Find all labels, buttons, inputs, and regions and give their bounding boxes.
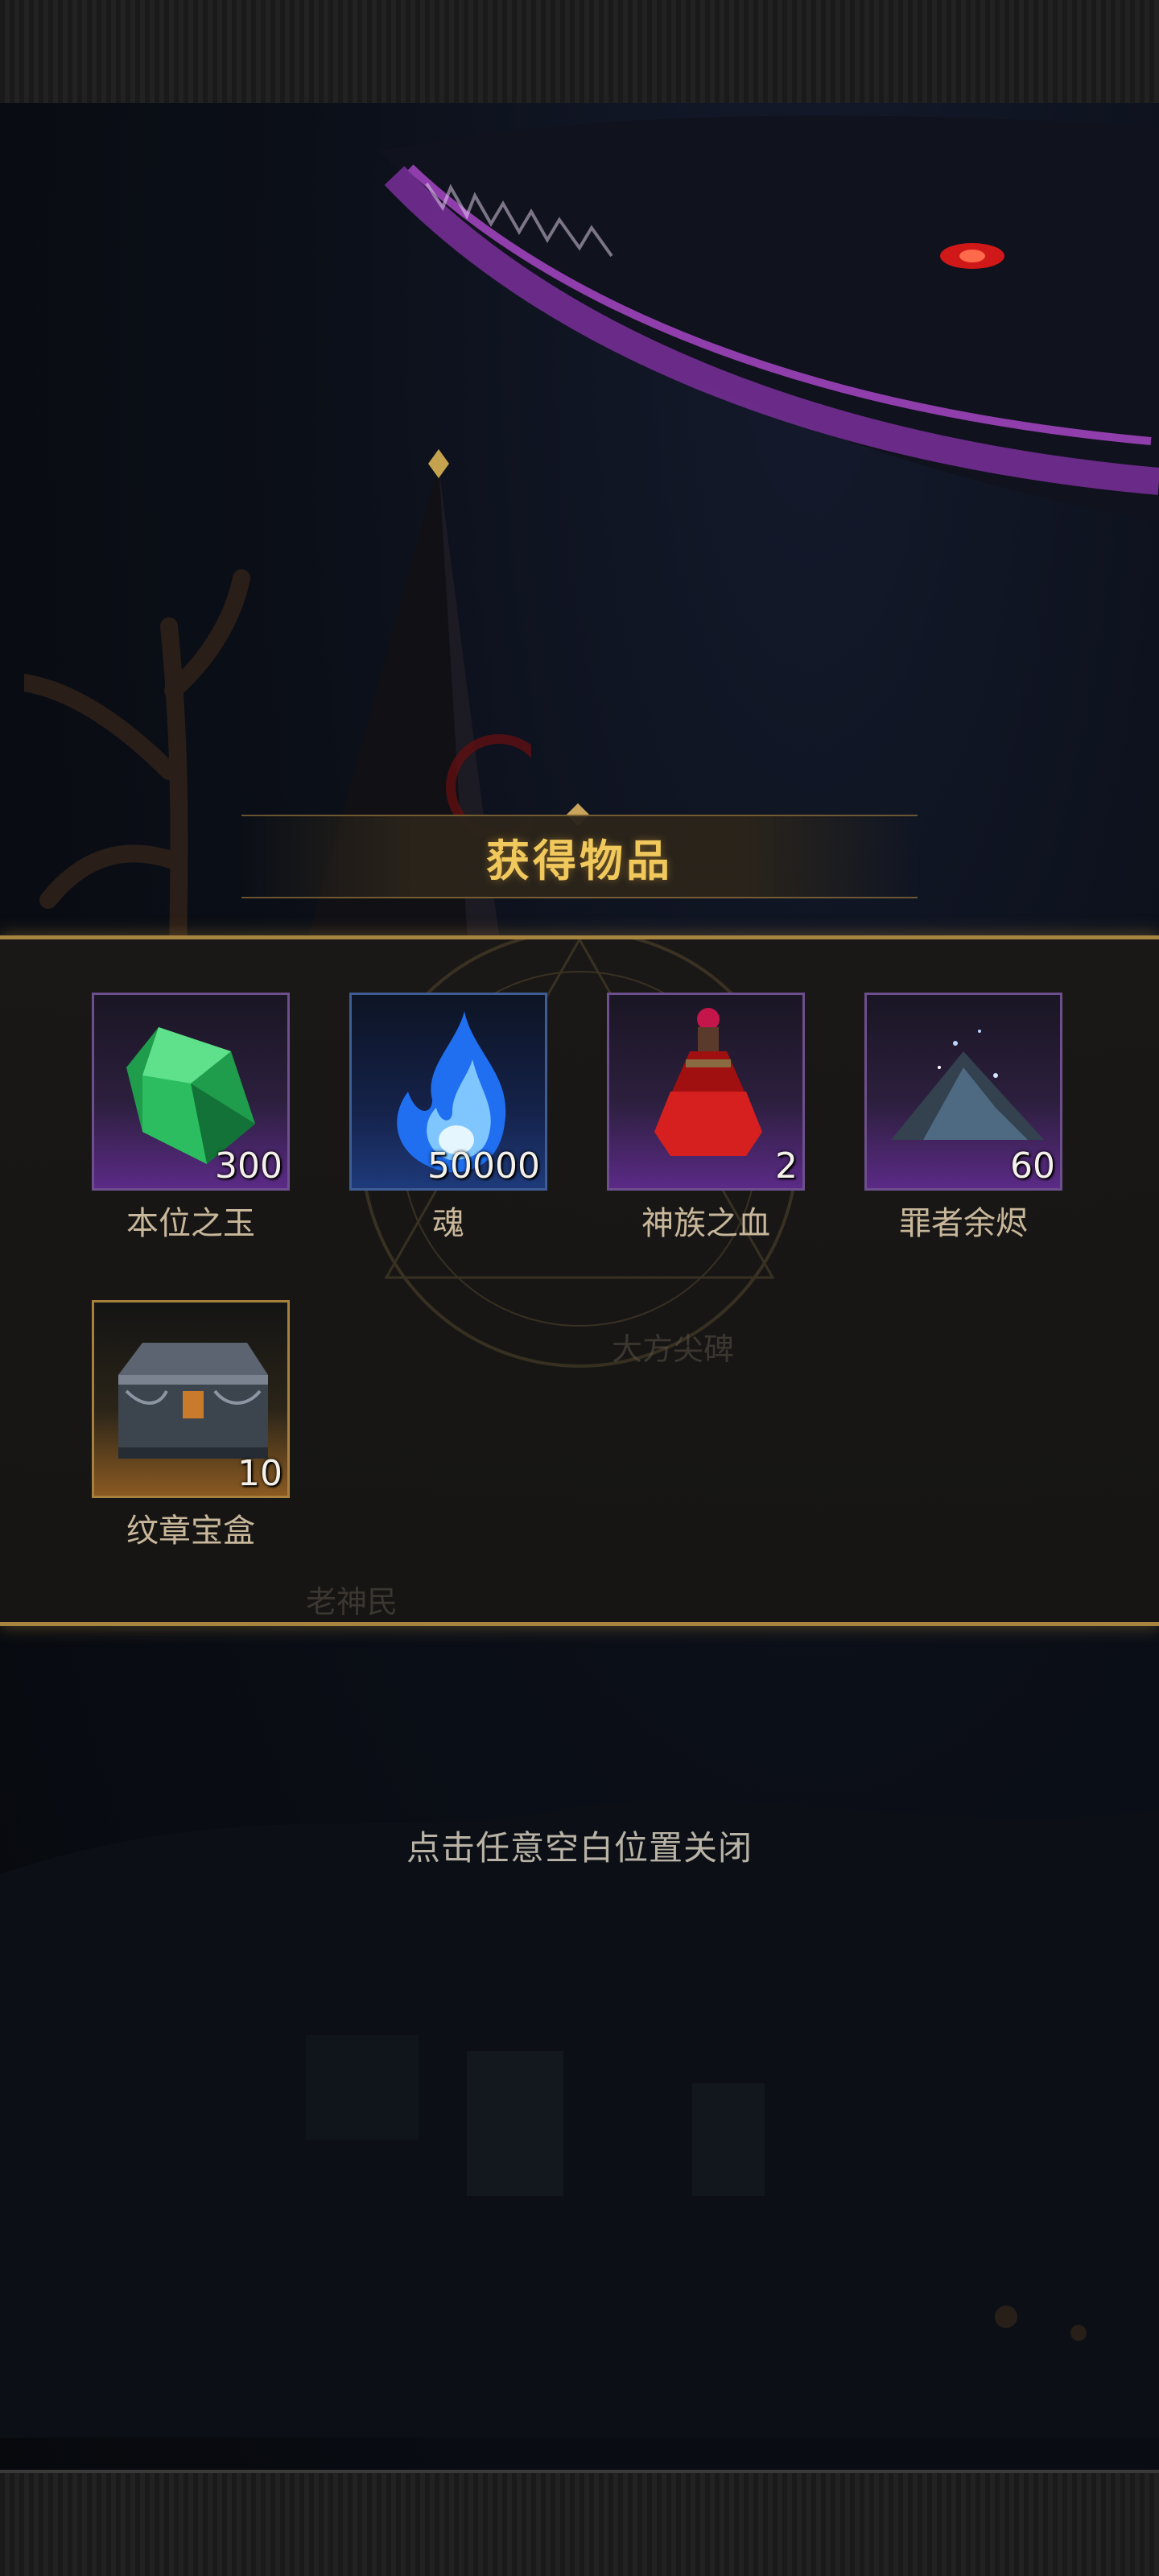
item-frame: 60 [864,993,1062,1191]
item-name: 罪者余烬 [899,1205,1028,1242]
item-frame: 50000 [349,993,547,1191]
item-frame: 300 [92,993,290,1191]
reward-item[interactable]: 50000 魂 [349,993,547,1244]
item-count: 10 [237,1453,283,1494]
dialog-title: 获得物品 [486,835,673,886]
item-count: 50000 [427,1146,540,1187]
item-name: 纹章宝盒 [126,1513,255,1550]
reward-item[interactable]: 10 纹章宝盒 [92,1300,290,1551]
item-frame: 10 [92,1300,290,1498]
reward-item[interactable]: 2 神族之血 [607,993,805,1244]
reward-item[interactable]: 300 本位之玉 [92,993,290,1244]
item-count: 300 [215,1146,283,1187]
rewards-panel: 大方尖碑 老神民 300 本位之玉 50000 魂 2 神族之血 60 罪者余烬… [0,935,1159,1626]
item-name: 神族之血 [641,1205,770,1242]
ruined-city-illustration [0,1800,1159,2438]
close-hint[interactable]: 点击任意空白位置关闭 [0,1821,1159,1870]
item-count: 2 [775,1146,798,1187]
top-frame-bar [0,0,1159,106]
reward-item[interactable]: 60 罪者余烬 [864,993,1062,1244]
bottom-frame-bar [0,2470,1159,2576]
title-banner: 获得物品 [241,815,918,898]
map-label-old-deity: 老神民 [306,1584,398,1620]
item-name: 魂 [432,1205,464,1242]
item-frame: 2 [607,993,805,1191]
item-name: 本位之玉 [126,1205,255,1242]
map-label-obelisk: 大方尖碑 [612,1331,735,1367]
item-count: 60 [1010,1146,1055,1187]
